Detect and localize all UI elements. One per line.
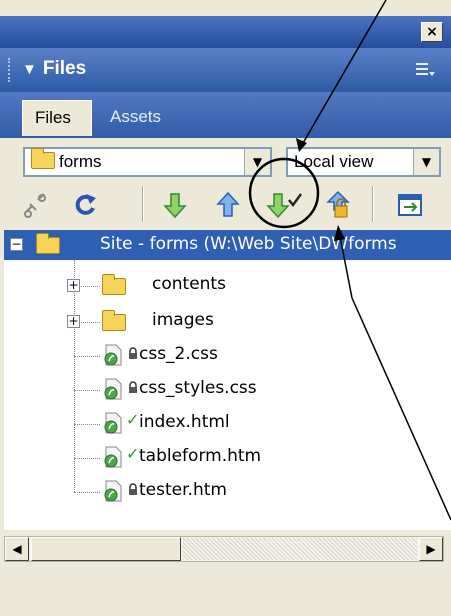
chevron-down-icon[interactable]: ▼	[244, 149, 270, 175]
options-menu-icon[interactable]	[414, 60, 436, 80]
lock-icon	[129, 483, 137, 495]
tree-item-label[interactable]: css_styles.css	[139, 378, 257, 398]
tab-files[interactable]: Files	[22, 100, 92, 136]
scroll-thumb[interactable]	[31, 537, 181, 561]
folder-icon	[31, 148, 55, 169]
collapse-icon[interactable]: −	[10, 238, 23, 251]
tree-item-label[interactable]: tableform.htm	[139, 446, 261, 466]
folder-icon	[102, 310, 126, 331]
panel-title[interactable]: ▼ Files	[22, 58, 86, 80]
tree-connector	[74, 424, 100, 425]
tree-connector	[74, 492, 100, 493]
chevron-down-icon[interactable]: ▼	[413, 149, 439, 175]
checked-out-icon: ✓	[126, 444, 140, 463]
tree-item-label[interactable]: contents	[152, 274, 226, 294]
lock-icon	[129, 347, 137, 359]
files-panel: × ▼ Files Files Assets forms ▼ Local view…	[0, 0, 451, 616]
close-button[interactable]: ×	[421, 22, 443, 42]
tab-assets[interactable]: Assets	[98, 100, 188, 136]
tree-connector	[74, 390, 100, 391]
check-in-icon[interactable]	[323, 188, 353, 222]
drag-grip-icon[interactable]	[8, 58, 14, 82]
panel-title-label: Files	[42, 58, 87, 79]
site-select-value-wrap: forms	[31, 148, 102, 172]
view-select[interactable]: Local view ▼	[286, 147, 441, 177]
panel-title-strip	[0, 16, 451, 48]
dreamweaver-file-icon	[104, 480, 122, 502]
connect-icon[interactable]	[20, 188, 50, 222]
check-out-icon[interactable]	[263, 188, 307, 222]
scroll-track[interactable]	[183, 538, 417, 560]
folder-icon	[36, 233, 60, 254]
dreamweaver-file-icon	[104, 446, 122, 468]
tree-item-label[interactable]: tester.htm	[139, 480, 227, 500]
tree-connector	[74, 458, 100, 459]
get-icon[interactable]	[160, 188, 190, 222]
site-select-value: forms	[59, 152, 102, 171]
status-bar	[0, 566, 451, 616]
collapse-triangle-icon[interactable]: ▼	[22, 61, 37, 78]
scroll-right-icon[interactable]: ▶	[419, 537, 443, 561]
file-tree[interactable]: − Site - forms (W:\Web Site\DWforms + co…	[4, 230, 451, 530]
expand-icon[interactable]: +	[67, 279, 80, 292]
toolbar-separator	[372, 186, 374, 222]
tree-root-label: Site - forms (W:\Web Site\DWforms	[100, 234, 397, 254]
folder-icon	[102, 274, 126, 295]
scroll-left-icon[interactable]: ◀	[5, 537, 29, 561]
tree-item-label[interactable]: images	[152, 310, 214, 330]
view-select-value: Local view	[294, 152, 374, 171]
dreamweaver-file-icon	[104, 378, 122, 400]
expand-icon[interactable]	[395, 188, 425, 222]
tree-root-row[interactable]: − Site - forms (W:\Web Site\DWforms	[4, 230, 451, 260]
dreamweaver-file-icon	[104, 344, 122, 366]
toolbar-separator	[142, 186, 144, 222]
expand-icon[interactable]: +	[67, 315, 80, 328]
checked-out-icon: ✓	[126, 410, 140, 429]
horizontal-scrollbar[interactable]: ◀ ▶	[4, 536, 444, 562]
put-icon[interactable]	[213, 188, 243, 222]
tree-connector	[74, 356, 100, 357]
lock-icon	[129, 381, 137, 393]
site-select[interactable]: forms ▼	[23, 147, 272, 177]
dreamweaver-file-icon	[104, 412, 122, 434]
tree-item-label[interactable]: index.html	[139, 412, 230, 432]
tree-item-label[interactable]: css_2.css	[139, 344, 218, 364]
refresh-icon[interactable]	[70, 188, 100, 222]
